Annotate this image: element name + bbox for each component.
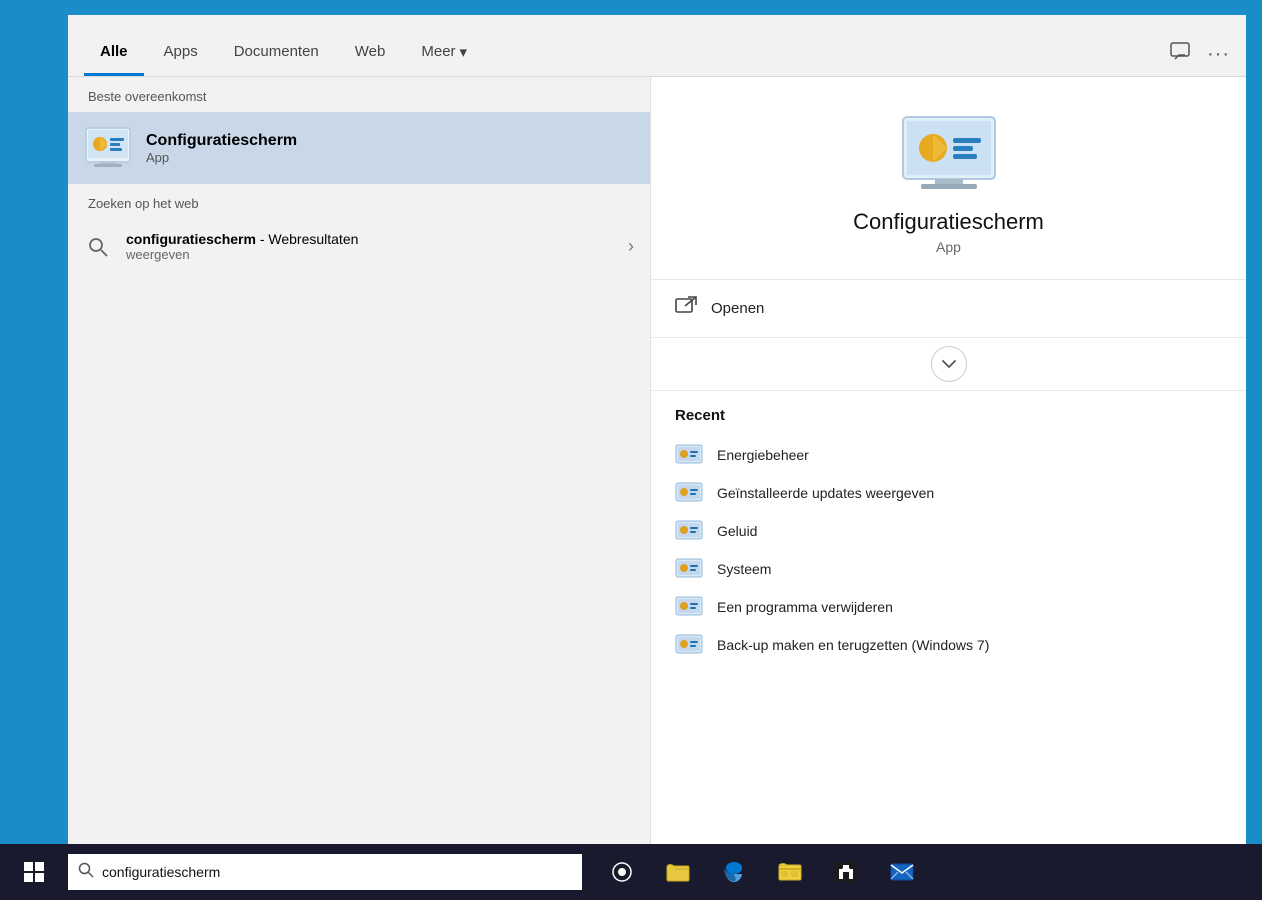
open-icon [675, 296, 697, 321]
best-match-text: Configuratiescherm App [146, 132, 297, 165]
best-match-item[interactable]: Configuratiescherm App [68, 112, 650, 184]
web-search-text: configuratiescherm - Webresultaten weerg… [126, 231, 628, 262]
feedback-icon[interactable] [1169, 41, 1191, 68]
recent-item-icon-4 [675, 596, 703, 618]
open-section[interactable]: Openen [651, 280, 1246, 338]
edge-browser-button[interactable] [706, 844, 762, 900]
tab-alle[interactable]: Alle [84, 32, 144, 76]
recent-item-label-3: Systeem [717, 561, 771, 577]
open-label: Openen [711, 300, 764, 317]
tab-web[interactable]: Web [339, 32, 402, 76]
recent-item-0[interactable]: Energiebeheer [675, 436, 1222, 474]
taskbar-search-box[interactable]: configuratiescherm [68, 854, 582, 890]
microsoft-store-button[interactable] [818, 844, 874, 900]
left-panel: Beste overeenkomst [68, 77, 650, 855]
web-search-header: Zoeken op het web [68, 184, 650, 219]
chevron-down-icon: ▾ [460, 43, 468, 61]
recent-item-1[interactable]: Geïnstalleerde updates weergeven [675, 474, 1222, 512]
recent-item-icon-5 [675, 634, 703, 656]
taskbar-search-icon [78, 862, 94, 882]
best-match-title: Configuratiescherm [146, 132, 297, 150]
recent-item-3[interactable]: Systeem [675, 550, 1222, 588]
file-manager-button[interactable] [762, 844, 818, 900]
recent-item-icon-0 [675, 444, 703, 466]
recent-item-icon-3 [675, 558, 703, 580]
best-match-subtitle: App [146, 150, 297, 165]
app-type: App [936, 239, 961, 255]
web-search-main: configuratiescherm - Webresultaten [126, 231, 628, 247]
more-options-icon[interactable]: ··· [1207, 43, 1230, 66]
recent-item-5[interactable]: Back-up maken en terugzetten (Windows 7) [675, 626, 1222, 664]
recent-item-label-1: Geïnstalleerde updates weergeven [717, 485, 934, 501]
recent-item-4[interactable]: Een programma verwijderen [675, 588, 1222, 626]
recent-item-icon-1 [675, 482, 703, 504]
recent-item-label-0: Energiebeheer [717, 447, 809, 463]
app-icon-large [899, 113, 999, 193]
tab-apps[interactable]: Apps [148, 32, 214, 76]
taskbar-search-text: configuratiescherm [102, 864, 220, 880]
recent-item-2[interactable]: Geluid [675, 512, 1222, 550]
app-detail-top: Configuratiescherm App [651, 77, 1246, 280]
tab-meer[interactable]: Meer ▾ [405, 32, 483, 76]
content-area: Beste overeenkomst [68, 77, 1246, 855]
recent-header: Recent [675, 407, 1222, 424]
app-name-large: Configuratiescherm [853, 209, 1044, 235]
recent-item-label-4: Een programma verwijderen [717, 599, 893, 615]
tabs-bar: Alle Apps Documenten Web Meer ▾ ··· [68, 15, 1246, 77]
web-search-sub: weergeven [126, 247, 628, 262]
recent-item-icon-2 [675, 520, 703, 542]
tabs-right-area: ··· [1169, 41, 1230, 76]
recent-item-label-5: Back-up maken en terugzetten (Windows 7) [717, 637, 989, 653]
expand-section [651, 338, 1246, 391]
web-search-icon [84, 233, 112, 261]
chevron-right-icon: › [628, 236, 634, 257]
taskbar-icons [594, 844, 930, 900]
file-explorer-button[interactable] [650, 844, 706, 900]
start-button[interactable] [0, 844, 68, 900]
best-match-header: Beste overeenkomst [68, 77, 650, 112]
tab-documenten[interactable]: Documenten [218, 32, 335, 76]
task-view-button[interactable] [594, 844, 650, 900]
best-match-app-icon [84, 124, 132, 172]
recent-section: Recent Energiebeheer [651, 391, 1246, 855]
recent-item-label-2: Geluid [717, 523, 757, 539]
windows-logo-icon [24, 862, 44, 882]
expand-button[interactable] [931, 346, 967, 382]
mail-button[interactable] [874, 844, 930, 900]
taskbar: configuratiescherm [0, 844, 1262, 900]
web-search-item[interactable]: configuratiescherm - Webresultaten weerg… [68, 219, 650, 274]
right-panel: Configuratiescherm App Openen [650, 77, 1246, 855]
search-window: Alle Apps Documenten Web Meer ▾ ··· Best… [68, 15, 1246, 855]
